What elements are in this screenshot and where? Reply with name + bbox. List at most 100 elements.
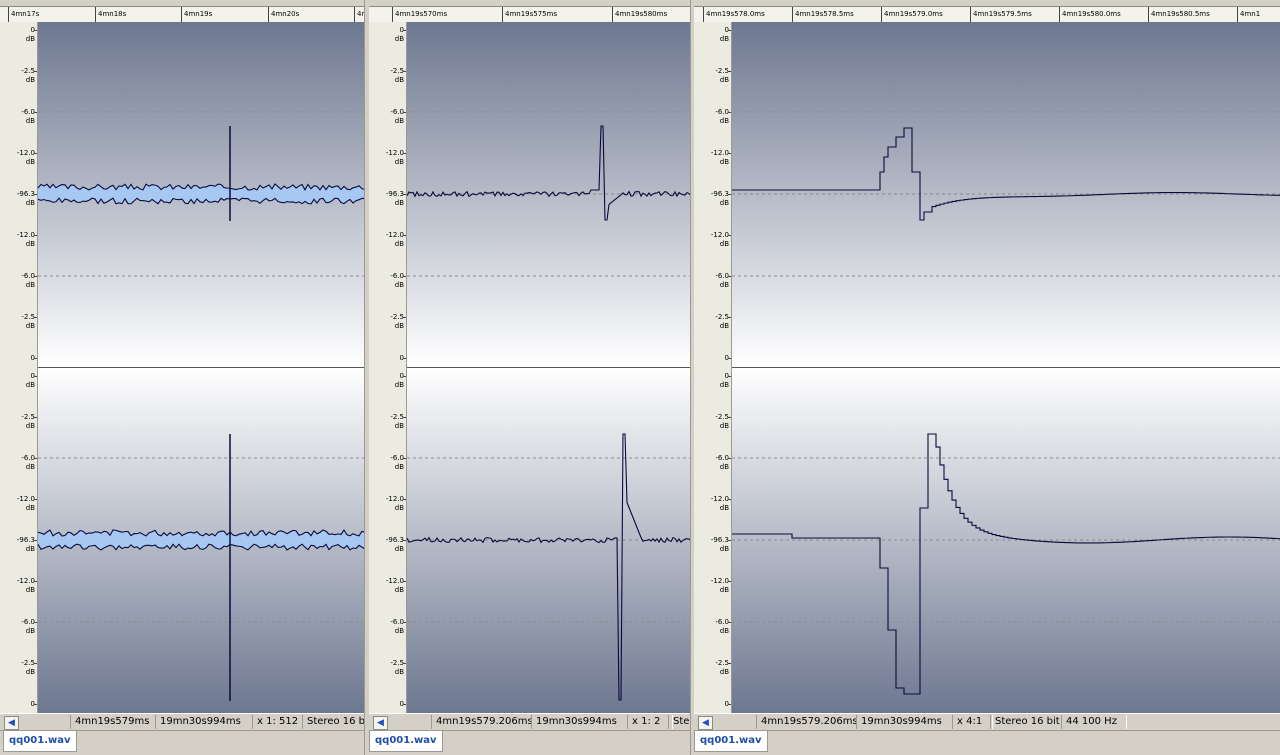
db-scale-label: -2.5 dB [390,67,404,84]
file-tab[interactable]: qq001.wav [3,731,77,752]
db-scale-label: -96.3 dB [16,536,35,553]
status-bar: ◀ 4mn19s579.206ms 19mn30s994ms x 1: 2 St… [369,713,691,731]
time-ruler[interactable]: 4mn19s578.0ms 4mn19s578.5ms 4mn19s579.0m… [694,6,1280,23]
waveform-panel-samples: 4mn19s578.0ms 4mn19s578.5ms 4mn19s579.0m… [694,0,1280,755]
status-format: Stereo 16 bi [302,715,365,729]
channel-left[interactable] [732,22,1280,367]
status-rate: 44 100 Hz [1061,715,1127,729]
db-scale-label: -12.0 dB [16,495,35,512]
db-scale-label: 0 dB [719,26,729,43]
status-length: 19mn30s994ms [531,715,628,729]
db-scale-label: -96.3 dB [710,190,729,207]
status-zoom: x 4:1 [952,715,993,729]
status-length: 19mn30s994ms [856,715,953,729]
db-scale-label: -96.3 dB [710,536,729,553]
db-scale-label: -12.0 dB [385,149,404,166]
db-scale-label: -2.5 dB [21,659,35,676]
ruler-label: 4mn19s580.0ms [1062,10,1121,18]
db-scale-label: -12.0 dB [16,577,35,594]
channel-right[interactable] [406,368,691,713]
status-position: 4mn19s579.206ms [756,715,857,729]
status-zoom: x 1: 512 [252,715,303,729]
time-ruler[interactable]: 4mn19s570ms 4mn19s575ms 4mn19s580ms [369,6,691,23]
db-scale: 0 dB -2.5 dB -6.0 dB -12.0 dB -96.3 dB -12.0 dB -6.0… [694,22,732,713]
ruler-label: 4mn19s579.5ms [973,10,1032,18]
file-tab-bar: qq001.wav [369,730,691,755]
db-scale-label: -6.0 dB [390,108,404,125]
db-scale-label: -2.5 dB [390,313,404,330]
ruler-label: 4mn19s580ms [615,10,668,18]
channel-right[interactable] [732,368,1280,713]
file-tab-bar: qq001.wav [0,730,365,755]
status-position: 4mn19s579ms [70,715,156,729]
db-scale: 0 dB -2.5 dB -6.0 dB -12.0 dB -96.3 dB -12.0 dB -6.0… [0,22,38,713]
ruler-label: 4mn20s [271,10,300,18]
db-scale-label: -2.5 dB [715,313,729,330]
ruler-label: 4mn1 [1240,10,1261,18]
channel-left[interactable] [37,22,365,367]
db-scale-label: -6.0 dB [390,272,404,289]
ruler-label: 4mn19s580.5ms [1151,10,1210,18]
db-scale-label: -2.5 dB [715,413,729,430]
db-scale-label: -2.5 dB [715,67,729,84]
db-scale-label: -12.0 dB [16,231,35,248]
waveform-left-svg [732,22,1280,367]
waveform-right-svg [37,368,365,713]
db-scale-label: -2.5 dB [21,67,35,84]
scroll-left-button[interactable]: ◀ [698,716,713,730]
ruler-label: 4mn19s579.0ms [884,10,943,18]
waveform-panel-overview: 4mn17s 4mn18s 4mn19s 4mn20s 4m 0dB -2.5dB… [0,0,365,755]
ruler-label: 4mn18s [98,10,127,18]
db-scale-label: -12.0 dB [385,577,404,594]
db-scale-label: 0 dB [394,372,404,389]
db-scale-label: -12.0 dB [385,231,404,248]
waveform-left-svg [37,22,365,367]
db-scale-label: -6.0 dB [715,272,729,289]
waveform-panel-zoom: 4mn19s570ms 4mn19s575ms 4mn19s580ms 0 dB -… [369,0,691,755]
status-format: Stereo 16 bit [990,715,1062,729]
ruler-label: 4mn19s570ms [395,10,448,18]
db-scale-label: -12.0 dB [710,231,729,248]
scroll-left-button[interactable]: ◀ [373,716,388,730]
db-scale-label: 0 dB [394,26,404,43]
file-tab[interactable]: qq001.wav [694,731,768,752]
ruler-label: 4mn19s [184,10,213,18]
scroll-left-button[interactable]: ◀ [4,716,19,730]
ruler-label: 4mn17s [11,10,40,18]
db-scale: 0 dB -2.5 dB -6.0 dB -12.0 dB -96.3 dB -12.0 dB -6.0… [369,22,407,713]
ruler-label: 4mn19s578.0ms [706,10,765,18]
db-scale-label: -6.0 dB [390,454,404,471]
waveform-left-svg [406,22,691,367]
status-bar: ◀ 4mn19s579.206ms 19mn30s994ms x 4:1 Ste… [694,713,1280,731]
time-ruler[interactable]: 4mn17s 4mn18s 4mn19s 4mn20s 4m [0,6,365,23]
status-zoom: x 1: 2 [627,715,673,729]
db-scale-label: -96.3 dB [16,190,35,207]
channel-left[interactable] [406,22,691,367]
db-scale-label: -2.5 dB [390,659,404,676]
status-position: 4mn19s579.206ms [431,715,532,729]
db-scale-label: -12.0 dB [710,149,729,166]
db-scale-label: -12.0 dB [710,495,729,512]
db-scale-label: -2.5 dB [715,659,729,676]
db-scale-label: -6.0 dB [21,618,35,635]
db-scale-label: 0 dB [719,372,729,389]
ruler-label: 4mn19s575ms [505,10,558,18]
db-scale-label: 0 dB [25,26,35,43]
waveform-right-svg [406,368,691,713]
file-tab-bar: qq001.wav [694,730,1280,755]
channel-right[interactable] [37,368,365,713]
db-scale-label: -6.0 dB [21,454,35,471]
status-format: Ster [668,715,691,729]
db-scale-label: -6.0 dB [21,108,35,125]
db-scale-label: -6.0 dB [390,618,404,635]
status-bar: ◀ 4mn19s579ms 19mn30s994ms x 1: 512 Ster… [0,713,365,731]
db-scale-label: -96.3 dB [385,536,404,553]
db-scale-label: -6.0 dB [715,618,729,635]
db-scale-label: -2.5 dB [390,413,404,430]
db-scale-label: 0 dB [25,372,35,389]
db-scale-label: -12.0 dB [385,495,404,512]
db-scale-label: -2.5 dB [21,313,35,330]
file-tab[interactable]: qq001.wav [369,731,443,752]
status-length: 19mn30s994ms [155,715,253,729]
db-scale-label: -6.0 dB [715,108,729,125]
